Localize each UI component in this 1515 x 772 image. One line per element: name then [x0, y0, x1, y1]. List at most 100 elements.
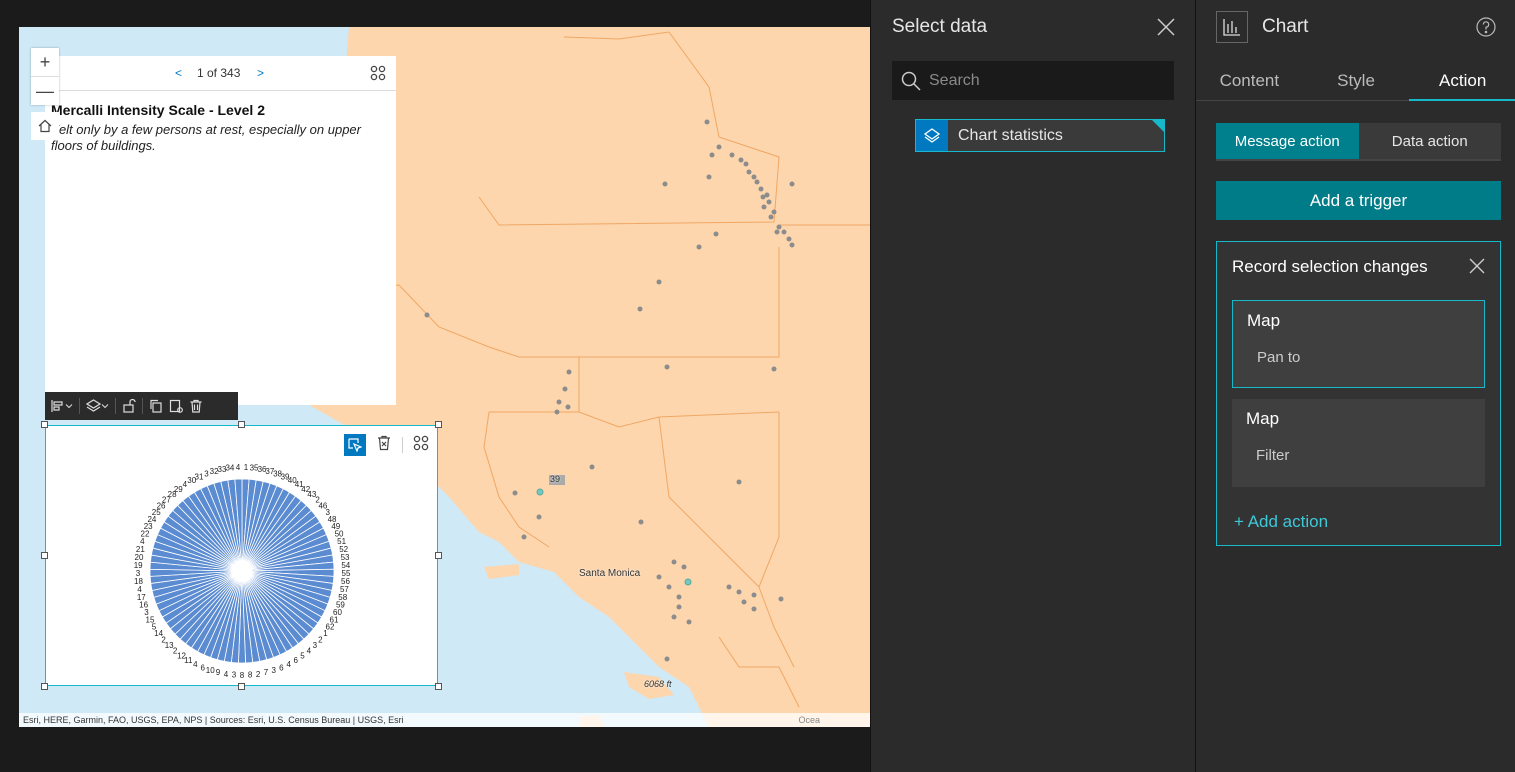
align-dropdown[interactable]: [51, 399, 73, 413]
toolbar-divider: [115, 398, 116, 414]
template-icon: [169, 399, 183, 413]
pie-slice-label: 20: [135, 553, 144, 562]
widget-toolbar: [45, 392, 238, 420]
pie-slice-label: 1: [323, 629, 328, 638]
tab-content[interactable]: Content: [1196, 62, 1303, 100]
toolbar-divider: [142, 398, 143, 414]
pie-slice-label: 9: [216, 668, 221, 677]
align-icon: [51, 400, 63, 412]
add-action-link[interactable]: + Add action: [1234, 512, 1328, 532]
panel-title: Select data: [892, 16, 988, 37]
feature-popup: < 1 of 343 > Mercalli Intensity Scale - …: [45, 56, 396, 405]
pie-slice-label: 13: [165, 641, 174, 650]
pie-slice-label: 4: [137, 585, 142, 594]
pie-slice-label: 8: [248, 671, 253, 680]
chevron-down-icon: [65, 404, 73, 409]
pie-slice-label: 18: [134, 577, 143, 586]
pie-slice-label: 19: [134, 561, 143, 570]
action-target: Map: [1247, 311, 1281, 330]
pie-slice-label: 31: [195, 472, 204, 481]
pie-slice-label: 3: [232, 671, 237, 680]
pie-slice-label: 10: [206, 666, 215, 675]
pie-chart: 1 35 3637383940414243246348495051525354555…: [134, 463, 351, 680]
pie-slice-label: 4: [307, 647, 312, 656]
chevron-down-icon: [101, 404, 109, 409]
add-trigger-button[interactable]: Add a trigger: [1216, 181, 1501, 220]
home-button[interactable]: [31, 112, 59, 140]
action-name: Filter: [1256, 447, 1290, 464]
settings-panel: Chart Content Style Action Message actio…: [1195, 0, 1515, 772]
pie-slice-label: 3: [136, 569, 141, 578]
pie-slice-label: 6: [200, 663, 205, 672]
elevation-label: 6068 ft: [644, 679, 672, 689]
search-input[interactable]: [927, 70, 1171, 91]
trigger-title: Record selection changes: [1232, 257, 1428, 276]
data-action-button[interactable]: Data action: [1358, 123, 1501, 159]
pie-slice-label: 4: [286, 660, 291, 669]
copy-button[interactable]: [149, 399, 163, 413]
pie-slice-label: 4: [224, 670, 229, 679]
layer-icon: [916, 120, 948, 151]
pie-slice-label: 2: [173, 647, 178, 656]
pie-slice-label: 5: [300, 652, 305, 661]
data-source-label: Chart statistics: [958, 126, 1063, 144]
selected-corner-marker: [1152, 120, 1164, 132]
action-card[interactable]: Map Pan to: [1232, 300, 1485, 388]
zoom-out-button[interactable]: —: [31, 76, 59, 105]
delete-button[interactable]: [189, 399, 203, 413]
pie-slice-label: 2: [318, 635, 323, 644]
close-icon[interactable]: [1469, 258, 1485, 279]
action-target: Map: [1246, 409, 1280, 428]
highway-label: 39: [550, 474, 561, 484]
resize-handle-e[interactable]: [435, 552, 442, 559]
resize-handle-nw[interactable]: [41, 421, 48, 428]
pie-slice-label: 34: [225, 464, 234, 473]
pie-slice-label: 1: [244, 463, 249, 472]
toolbar-divider: [79, 398, 80, 414]
pie-slice-label: 21: [136, 545, 145, 554]
pie-slice-label: 6: [294, 656, 299, 665]
layers-dropdown[interactable]: [86, 399, 109, 413]
data-source-item[interactable]: Chart statistics: [915, 119, 1165, 152]
resize-handle-n[interactable]: [238, 421, 245, 428]
pie-slice-label: 6: [279, 663, 284, 672]
pie-slice-label: 7: [264, 668, 269, 677]
action-name: Pan to: [1257, 349, 1301, 366]
tab-style[interactable]: Style: [1303, 62, 1410, 100]
resize-handle-ne[interactable]: [435, 421, 442, 428]
pie-slice-label: 3: [313, 641, 318, 650]
resize-handle-sw[interactable]: [41, 683, 48, 690]
attribution-ocean: Ocea: [798, 715, 820, 725]
resize-handle-s[interactable]: [238, 683, 245, 690]
city-label: Santa Monica: [579, 568, 641, 579]
pie-slice-label: 17: [137, 593, 146, 602]
action-type-switch: Message action Data action: [1216, 123, 1501, 161]
pie-slice-label: 3: [204, 469, 209, 478]
save-template-button[interactable]: [169, 399, 183, 413]
layers-icon: [86, 399, 101, 412]
trigger-card: Record selection changes Map Pan to Map …: [1216, 241, 1501, 546]
popup-header: < 1 of 343 >: [45, 56, 396, 91]
settings-title: Chart: [1262, 16, 1309, 37]
resize-handle-w[interactable]: [41, 552, 48, 559]
popup-prev-button[interactable]: <: [175, 66, 182, 80]
grid-icon[interactable]: [370, 65, 386, 84]
message-action-button[interactable]: Message action: [1216, 123, 1359, 159]
tab-action[interactable]: Action: [1409, 62, 1515, 101]
popup-next-button[interactable]: >: [257, 66, 264, 80]
pie-slice-label: 16: [139, 601, 148, 610]
chart-widget[interactable]: 1 35 36 37 38 39 40 41 42 43 2 46 3 48 49 50 51 52 53 54 55 5…: [45, 425, 438, 686]
attribution-text: Esri, HERE, Garmin, FAO, USGS, EPA, NPS …: [23, 715, 404, 725]
pie-slice-label: 8: [240, 671, 245, 680]
search-box: [892, 61, 1174, 100]
unlock-button[interactable]: [122, 399, 136, 413]
pie-slice-label: 4: [236, 463, 241, 472]
help-icon[interactable]: [1476, 17, 1496, 42]
pie-slice-label: 3: [272, 666, 277, 675]
action-card[interactable]: Map Filter: [1232, 399, 1485, 487]
resize-handle-se[interactable]: [435, 683, 442, 690]
unlock-icon: [123, 399, 136, 413]
close-icon[interactable]: [1157, 18, 1175, 41]
search-icon: [901, 71, 921, 91]
zoom-in-button[interactable]: +: [31, 48, 59, 76]
